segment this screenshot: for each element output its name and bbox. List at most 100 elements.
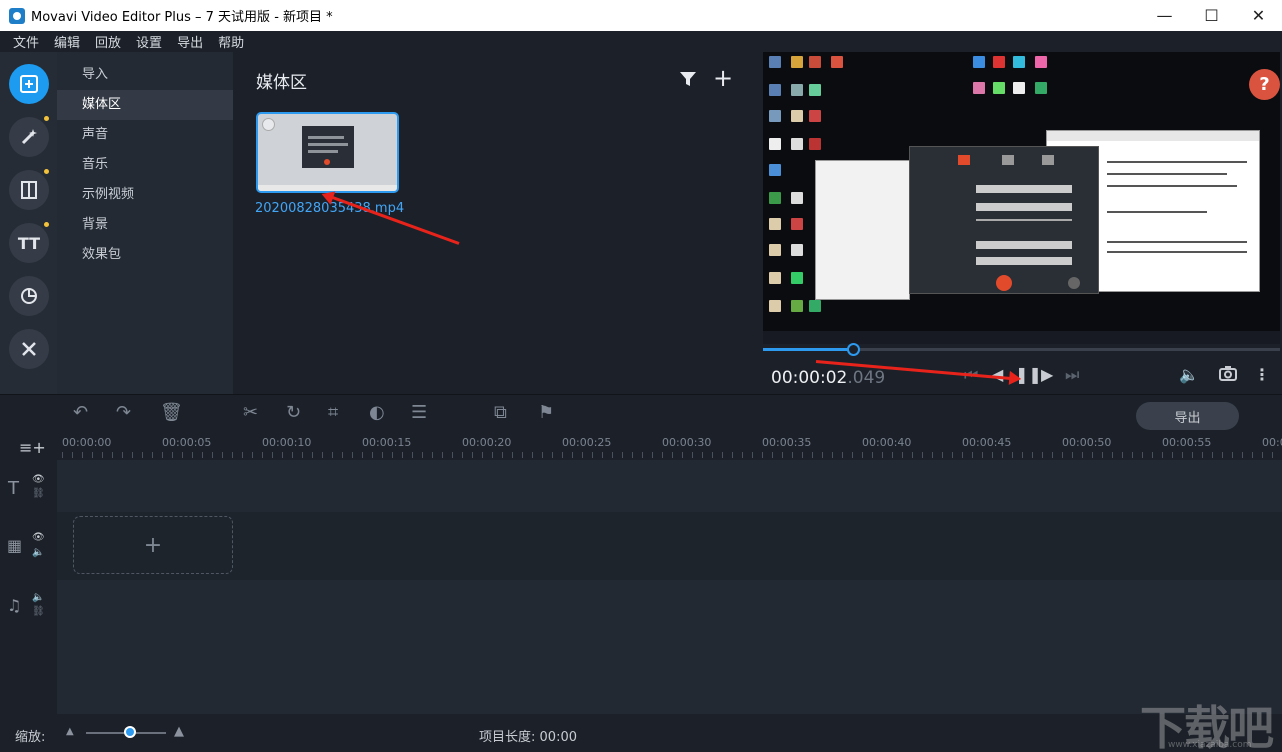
menu-settings[interactable]: 设置 [129, 32, 169, 51]
add-media-icon[interactable]: + [713, 66, 733, 90]
ruler-ticks [62, 452, 1282, 458]
category-backgrounds[interactable]: 背景 [57, 210, 233, 240]
zoom-out-icon[interactable]: ▲ [66, 726, 74, 737]
thumbnail-preview [302, 126, 354, 168]
ruler-label: 00:00:10 [262, 436, 312, 449]
visibility-eye-icon[interactable]: 👁 [32, 532, 45, 543]
scrubber-handle[interactable] [847, 343, 860, 356]
menu-bar: 文件 编辑 回放 设置 导出 帮助 [0, 31, 1282, 52]
snapshot-camera-icon[interactable] [1219, 365, 1237, 385]
preview-recorder-window [909, 146, 1099, 294]
media-bin: 媒体区 + 20200828035438.mp4 [233, 52, 761, 394]
redo-icon[interactable]: ↷ [116, 403, 131, 423]
marker-flag-icon[interactable]: ⚑ [538, 403, 554, 423]
timeline-ruler[interactable]: 00:00:00 00:00:05 00:00:10 00:00:15 00:0… [57, 432, 1282, 460]
add-track-icon[interactable]: ≡+ [19, 438, 46, 457]
volume-icon[interactable]: 🔈 [1179, 365, 1199, 384]
menu-edit[interactable]: 编辑 [47, 32, 87, 51]
undo-icon[interactable]: ↶ [73, 403, 88, 423]
new-badge-dot [44, 116, 49, 121]
new-badge-dot [44, 169, 49, 174]
media-thumbnail[interactable] [256, 112, 399, 193]
maximize-button[interactable]: ☐ [1188, 0, 1235, 31]
project-length-label: 项目长度: [479, 730, 536, 745]
ruler-label: 00:00:00 [62, 436, 112, 449]
category-media-bin[interactable]: 媒体区 [57, 90, 233, 120]
window-controls: — ☐ ✕ [1141, 0, 1282, 31]
video-track-icon: ▦ [7, 536, 23, 555]
category-music[interactable]: 音乐 [57, 150, 233, 180]
import-icon[interactable] [9, 64, 49, 104]
bottom-bar: 缩放: ▲ ▲ 项目长度: 00:00 [0, 714, 1282, 752]
zoom-in-icon[interactable]: ▲ [174, 724, 184, 739]
category-effect-packs[interactable]: 效果包 [57, 240, 233, 270]
music-track-icon: ♫ [7, 596, 22, 615]
menu-file[interactable]: 文件 [6, 32, 46, 51]
track-headers: ≡+ T 👁 ⛓ ▦ 👁 🔈 ♫ 🔈 ⛓ [0, 432, 57, 714]
crop-icon[interactable]: ⌗ [328, 403, 338, 423]
ruler-label: 00:01:00 [1262, 436, 1282, 449]
export-button[interactable]: 导出 [1136, 402, 1239, 430]
zoom-label: 缩放: [15, 730, 46, 745]
preview-taskbar [763, 331, 1280, 344]
ruler-label: 00:00:25 [562, 436, 612, 449]
ruler-label: 00:00:45 [962, 436, 1012, 449]
audio-track-lane[interactable] [57, 580, 1282, 714]
category-sample-videos[interactable]: 示例视频 [57, 180, 233, 210]
ruler-label: 00:00:35 [762, 436, 812, 449]
clip-properties-icon[interactable]: ☰ [411, 403, 427, 423]
playback-scrubber[interactable] [763, 343, 1280, 356]
edit-toolbar: ↶ ↷ 🗑 ✂ ↻ ⌗ ◐ ☰ ⧉ ⚑ 导出 [0, 394, 1282, 432]
more-options-icon[interactable]: ⋮ [1254, 365, 1270, 384]
category-sound[interactable]: 声音 [57, 120, 233, 150]
step-forward-icon[interactable]: ▶ [1041, 365, 1053, 384]
title-track-icon: T [8, 478, 19, 499]
preview-explorer-window [815, 160, 910, 300]
tool-rail: TT [0, 52, 57, 394]
category-list: 导入 媒体区 声音 音乐 示例视频 背景 效果包 [57, 52, 233, 394]
category-import[interactable]: 导入 [57, 60, 233, 90]
magic-wand-icon[interactable] [9, 117, 49, 157]
menu-playback[interactable]: 回放 [88, 32, 128, 51]
filters-icon[interactable] [9, 276, 49, 316]
video-overlay-icon[interactable]: ⧉ [494, 403, 507, 423]
tools-icon[interactable] [9, 329, 49, 369]
timecode-main: 00:00:02 [771, 368, 848, 388]
cut-icon[interactable]: ✂ [243, 403, 258, 423]
minimize-button[interactable]: — [1141, 0, 1188, 31]
movavi-app: Movavi Video Editor Plus – 7 天试用版 - 新项目 … [0, 0, 1282, 752]
link-icon[interactable]: ⛓ [32, 606, 45, 617]
site-watermark-url: www.xiazaiba.com [1168, 740, 1252, 750]
media-bin-title: 媒体区 [256, 73, 307, 93]
title-bar: Movavi Video Editor Plus – 7 天试用版 - 新项目 … [0, 0, 1282, 31]
drop-zone[interactable]: + [73, 516, 233, 574]
close-button[interactable]: ✕ [1235, 0, 1282, 31]
timecode-ms: .049 [847, 368, 886, 388]
project-length-value: 00:00 [539, 730, 577, 745]
ruler-label: 00:00:55 [1162, 436, 1212, 449]
transitions-icon[interactable] [9, 170, 49, 210]
help-button[interactable]: ? [1249, 69, 1280, 100]
zoom-slider-handle[interactable] [124, 726, 136, 738]
video-track-lane[interactable]: + [57, 512, 1282, 580]
ruler-label: 00:00:20 [462, 436, 512, 449]
volume-icon[interactable]: 🔈 [32, 547, 44, 558]
movavi-logo-icon [9, 7, 25, 24]
menu-help[interactable]: 帮助 [211, 32, 251, 51]
link-icon[interactable]: ⛓ [32, 488, 45, 499]
title-track-lane[interactable] [57, 460, 1282, 512]
delete-icon[interactable]: 🗑 [160, 403, 183, 423]
filter-icon[interactable] [679, 70, 697, 88]
playback-progress [763, 348, 851, 351]
ruler-label: 00:00:05 [162, 436, 212, 449]
skip-to-end-icon[interactable]: ⏭ [1065, 365, 1079, 385]
ruler-label: 00:00:30 [662, 436, 712, 449]
preview-player: ? 00:00:02.049 ⏮ ◀ ❚❚ ▶ ⏭ 🔈 ⋮ [761, 52, 1282, 394]
rotate-icon[interactable]: ↻ [286, 403, 301, 423]
visibility-eye-icon[interactable]: 👁 [32, 474, 45, 485]
menu-export[interactable]: 导出 [170, 32, 210, 51]
color-adjust-icon[interactable]: ◐ [369, 403, 385, 423]
volume-icon[interactable]: 🔈 [32, 592, 44, 603]
ruler-label: 00:00:50 [1062, 436, 1112, 449]
titles-icon[interactable]: TT [9, 223, 49, 263]
